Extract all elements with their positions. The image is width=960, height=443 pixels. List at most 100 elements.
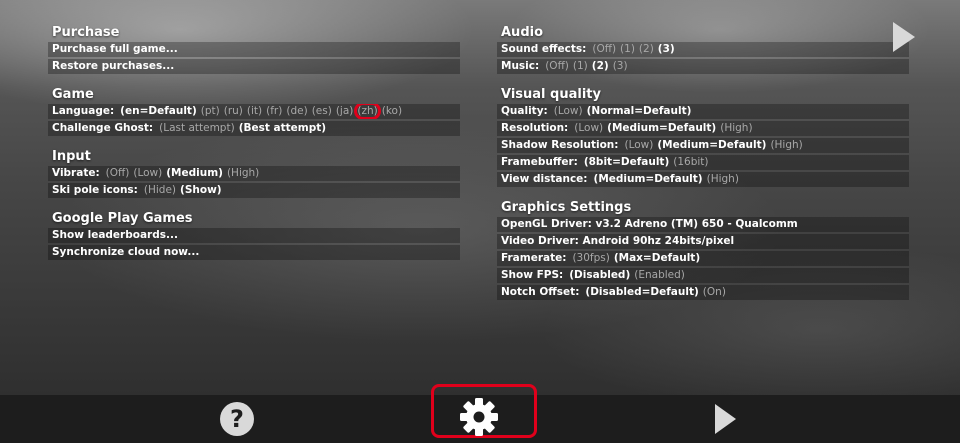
synchronize-cloud-row[interactable]: Synchronize cloud now... [48, 245, 460, 260]
section-title-game: Game [52, 87, 94, 102]
option-item[interactable]: (High) [707, 173, 739, 185]
show-fps-options: (Disabled) (Enabled) [569, 269, 689, 281]
music-label: Music: [501, 60, 540, 72]
option-item[interactable]: (On) [703, 286, 726, 298]
section-title-google-play-games: Google Play Games [52, 211, 193, 226]
option-item[interactable]: (1) [620, 43, 635, 55]
right-column: Audio Sound effects: (Off) (1) (2) (3) Music… [497, 24, 909, 312]
show-fps-row: Show FPS: (Disabled) (Enabled) [497, 268, 909, 283]
play-icon[interactable] [893, 22, 915, 52]
sound-effects-row: Sound effects: (Off) (1) (2) (3) [497, 42, 909, 57]
option-item[interactable]: (Normal=Default) [587, 105, 692, 117]
option-item[interactable]: (Last attempt) [159, 122, 235, 134]
option-item[interactable]: (Medium=Default) [594, 173, 703, 185]
option-item[interactable]: (Off) [106, 167, 130, 179]
gear-icon[interactable] [458, 396, 500, 438]
ski-pole-icons-label: Ski pole icons: [52, 184, 138, 196]
option-item[interactable]: (Hide) [144, 184, 176, 196]
view-distance-label: View distance: [501, 173, 588, 185]
notch-offset-label: Notch Offset: [501, 286, 580, 298]
section-title-input: Input [52, 149, 91, 164]
option-item[interactable]: (it) [247, 105, 262, 117]
left-column: Purchase Purchase full game... Restore p… [48, 24, 460, 272]
option-item[interactable]: (de) [286, 105, 307, 117]
option-item[interactable]: (8bit=Default) [584, 156, 669, 168]
option-item[interactable]: (Low) [574, 122, 603, 134]
option-item[interactable]: (Disabled=Default) [585, 286, 698, 298]
option-item[interactable]: (Off) [545, 60, 569, 72]
challenge-ghost-options: (Last attempt) (Best attempt) [159, 122, 330, 134]
ski-pole-icons-options: (Hide) (Show) [144, 184, 226, 196]
synchronize-cloud-label: Synchronize cloud now... [52, 246, 200, 258]
resolution-row: Resolution: (Low) (Medium=Default) (High) [497, 121, 909, 136]
input-section: Input Vibrate: (Off) (Low) (Medium) (High) S… [48, 148, 460, 198]
audio-section: Audio Sound effects: (Off) (1) (2) (3) Music… [497, 24, 909, 74]
option-item[interactable]: (High) [770, 139, 802, 151]
purchase-section: Purchase Purchase full game... Restore p… [48, 24, 460, 74]
option-item[interactable]: (ja) [336, 105, 354, 117]
option-item[interactable]: (Enabled) [634, 269, 685, 281]
framerate-row: Framerate: (30fps) (Max=Default) [497, 251, 909, 266]
vibrate-label: Vibrate: [52, 167, 100, 179]
opengl-driver-text: OpenGL Driver: v3.2 Adreno (TM) 650 - Qu… [501, 218, 798, 230]
option-item[interactable]: (Best attempt) [239, 122, 326, 134]
music-row: Music: (Off) (1) (2) (3) [497, 59, 909, 74]
framerate-label: Framerate: [501, 252, 567, 264]
option-item[interactable]: (Low) [554, 105, 583, 117]
option-item[interactable]: (3) [613, 60, 628, 72]
restore-purchases-row[interactable]: Restore purchases... [48, 59, 460, 74]
help-icon[interactable]: ? [220, 402, 254, 436]
google-play-games-section: Google Play Games Show leaderboards... S… [48, 210, 460, 260]
challenge-ghost-label: Challenge Ghost: [52, 122, 154, 134]
visual-quality-section: Visual quality Quality: (Low) (Normal=Defa… [497, 86, 909, 187]
language-label: Language: [52, 105, 115, 117]
option-item[interactable]: (Low) [133, 167, 162, 179]
option-item[interactable]: (High) [720, 122, 752, 134]
option-item[interactable]: (30fps) [572, 252, 609, 264]
language-row: Language: (en=Default) (pt) (ru) (it) (fr) (de… [48, 104, 460, 119]
quality-options: (Low) (Normal=Default) [554, 105, 696, 117]
option-item[interactable]: (ru) [224, 105, 243, 117]
show-fps-label: Show FPS: [501, 269, 564, 281]
option-item[interactable]: (High) [227, 167, 259, 179]
option-item[interactable]: (1) [573, 60, 588, 72]
resolution-label: Resolution: [501, 122, 569, 134]
resolution-options: (Low) (Medium=Default) (High) [574, 122, 756, 134]
purchase-full-game-row[interactable]: Purchase full game... [48, 42, 460, 57]
option-item[interactable]: (Show) [180, 184, 222, 196]
section-title-graphics-settings: Graphics Settings [501, 200, 632, 215]
show-leaderboards-row[interactable]: Show leaderboards... [48, 228, 460, 243]
option-item[interactable]: (16bit) [673, 156, 708, 168]
option-item[interactable]: (es) [312, 105, 332, 117]
option-item[interactable]: (Off) [592, 43, 616, 55]
option-item[interactable]: (Medium) [166, 167, 223, 179]
option-item[interactable]: (Low) [624, 139, 653, 151]
option-item[interactable]: (Medium=Default) [607, 122, 716, 134]
challenge-ghost-row: Challenge Ghost: (Last attempt) (Best atte… [48, 121, 460, 136]
option-item[interactable]: (Disabled) [569, 269, 630, 281]
vibrate-options: (Off) (Low) (Medium) (High) [106, 167, 264, 179]
framebuffer-options: (8bit=Default) (16bit) [584, 156, 713, 168]
language-options: (en=Default) (pt) (ru) (it) (fr) (de) (es) (ja)… [120, 104, 406, 119]
notch-offset-options: (Disabled=Default) (On) [585, 286, 730, 298]
quality-row: Quality: (Low) (Normal=Default) [497, 104, 909, 119]
option-item[interactable]: (Max=Default) [614, 252, 700, 264]
option-item[interactable]: (en=Default) [120, 105, 197, 117]
framebuffer-label: Framebuffer: [501, 156, 578, 168]
option-item[interactable]: (Medium=Default) [657, 139, 766, 151]
ski-pole-icons-row: Ski pole icons: (Hide) (Show) [48, 183, 460, 198]
shadow-resolution-options: (Low) (Medium=Default) (High) [624, 139, 806, 151]
framebuffer-row: Framebuffer: (8bit=Default) (16bit) [497, 155, 909, 170]
graphics-settings-section: Graphics Settings OpenGL Driver: v3.2 Ad… [497, 199, 909, 300]
option-item[interactable]: (pt) [201, 105, 220, 117]
option-item[interactable]: (2) [592, 60, 609, 72]
option-item[interactable]: (ko) [382, 105, 402, 117]
section-title-visual-quality: Visual quality [501, 87, 601, 102]
option-item[interactable]: (3) [658, 43, 675, 55]
option-item[interactable]: (2) [639, 43, 654, 55]
quality-label: Quality: [501, 105, 548, 117]
play-icon[interactable] [715, 404, 736, 434]
option-item[interactable]: (zh) [354, 104, 381, 119]
show-leaderboards-label: Show leaderboards... [52, 229, 178, 241]
option-item[interactable]: (fr) [266, 105, 282, 117]
